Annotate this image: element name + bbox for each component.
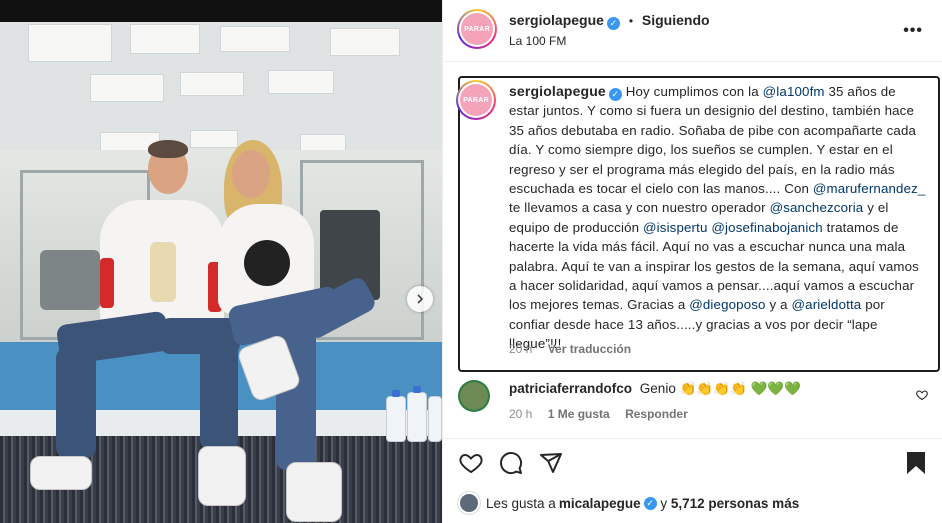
share-send-icon[interactable]	[539, 451, 563, 475]
save-bookmark-icon[interactable]	[905, 451, 927, 475]
next-photo-button[interactable]	[407, 286, 433, 312]
verified-badge-icon: ✓	[608, 88, 622, 101]
post-photo[interactable]	[0, 0, 442, 523]
caption-time[interactable]: 20 h	[509, 342, 532, 356]
photo-top-bar	[0, 0, 442, 22]
mention-josefinabojanich[interactable]: @josefinabojanich	[711, 220, 822, 235]
post-location[interactable]: La 100 FM	[509, 34, 566, 48]
comment: patriciaferrandofco Genio 👏👏👏👏 💚💚💚	[509, 381, 801, 397]
like-heart-icon[interactable]	[458, 451, 484, 475]
verified-badge-icon: ✓	[606, 17, 620, 30]
author-avatar[interactable]: PARAR	[457, 9, 497, 49]
mention-la100fm[interactable]: @la100fm	[763, 84, 825, 99]
mention-diegoposo[interactable]: @diegoposo	[689, 297, 765, 312]
mention-arieldotta[interactable]: @arieldotta	[792, 297, 862, 312]
author-username[interactable]: sergiolapegue	[509, 12, 604, 28]
mention-isispertu[interactable]: @isispertu	[643, 220, 708, 235]
more-options-button[interactable]: •••	[903, 22, 923, 40]
commenter-username[interactable]: patriciaferrandofco	[509, 381, 632, 396]
commenter-avatar[interactable]	[458, 380, 490, 412]
comment-text: Genio 👏👏👏👏 💚💚💚	[639, 381, 801, 396]
like-comment-heart-icon[interactable]	[916, 389, 928, 401]
verified-badge-icon: ✓	[643, 496, 657, 510]
avatar-logo: PARAR	[461, 13, 493, 45]
post-header: PARAR sergiolapegue ✓ • Siguiendo La 100 …	[443, 0, 942, 62]
caption-avatar-logo: PARAR	[460, 84, 492, 116]
mention-marufernandez[interactable]: @marufernandez_	[813, 181, 926, 196]
chevron-right-icon	[417, 294, 424, 304]
comment-bubble-icon[interactable]	[499, 451, 523, 475]
liker-username[interactable]: micalapegue	[559, 496, 641, 511]
header-separator: •	[628, 14, 634, 28]
comment-likes[interactable]: 1 Me gusta	[548, 407, 610, 421]
reply-button[interactable]: Responder	[625, 407, 688, 421]
liker-avatar[interactable]	[458, 492, 480, 514]
comment-time[interactable]: 20 h	[509, 407, 532, 421]
following-button[interactable]: Siguiendo	[642, 12, 710, 28]
mention-sanchezcoria[interactable]: @sanchezcoria	[770, 200, 864, 215]
caption-username[interactable]: sergiolapegue	[509, 83, 606, 99]
caption-text: sergiolapegue ✓ Hoy cumplimos con la @la1…	[509, 83, 926, 352]
likes-count[interactable]: 5,712 personas más	[671, 496, 799, 511]
translate-button[interactable]: Ver traducción	[548, 342, 631, 356]
likes-summary: Les gusta a micalapegue ✓ y 5,712 persona…	[458, 492, 799, 514]
caption-avatar[interactable]: PARAR	[456, 80, 496, 120]
